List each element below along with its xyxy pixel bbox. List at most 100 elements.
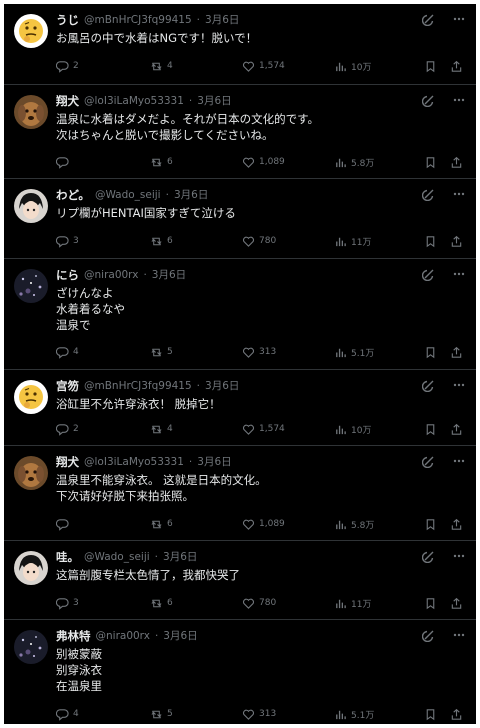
tweet-date[interactable]: 3月6日 — [163, 628, 197, 644]
avatar[interactable] — [14, 630, 48, 664]
tweet-date[interactable]: 3月6日 — [197, 93, 231, 109]
grok-icon[interactable] — [422, 12, 436, 26]
more-icon[interactable] — [452, 454, 466, 468]
bookmark-button[interactable] — [424, 156, 437, 169]
share-button[interactable] — [450, 156, 463, 169]
grok-icon[interactable] — [422, 628, 436, 642]
reply-button[interactable]: 2 — [56, 423, 79, 436]
share-button[interactable] — [450, 235, 463, 248]
share-button[interactable] — [450, 346, 463, 359]
repost-button[interactable]: 4 — [150, 60, 173, 73]
author-name[interactable]: 宫笏 — [56, 378, 79, 394]
avatar[interactable] — [14, 456, 48, 490]
repost-button[interactable]: 6 — [150, 156, 173, 169]
reply-button[interactable]: 3 — [56, 597, 79, 610]
author-name[interactable]: にら — [56, 267, 79, 283]
tweet[interactable]: 哇。 @Wado_seiji · 3月6日 这篇剖腹专栏太色情了，我都快哭了 3… — [4, 541, 476, 620]
tweet-date[interactable]: 3月6日 — [152, 267, 186, 283]
bookmark-button[interactable] — [424, 423, 437, 436]
repost-button[interactable]: 6 — [150, 235, 173, 248]
more-icon[interactable] — [452, 93, 466, 107]
author-name[interactable]: 翔犬 — [56, 93, 79, 109]
like-button[interactable]: 780 — [242, 235, 276, 248]
author-name[interactable]: 弗林特 — [56, 628, 91, 644]
bookmark-button[interactable] — [424, 518, 437, 531]
grok-icon[interactable] — [422, 454, 436, 468]
like-button[interactable]: 1,574 — [242, 60, 285, 73]
like-button[interactable]: 313 — [242, 708, 276, 721]
author-name[interactable]: 翔犬 — [56, 454, 79, 470]
grok-icon[interactable] — [422, 549, 436, 563]
views-button[interactable]: 11万 — [334, 597, 371, 610]
tweet[interactable]: うじ @mBnHrCJ3fq99415 · 3月6日 お風呂の中で水着はNGです… — [4, 4, 476, 85]
more-icon[interactable] — [452, 549, 466, 563]
share-button[interactable] — [450, 423, 463, 436]
more-icon[interactable] — [452, 628, 466, 642]
bookmark-button[interactable] — [424, 346, 437, 359]
tweet[interactable]: 宫笏 @mBnHrCJ3fq99415 · 3月6日 浴缸里不允许穿泳衣！ 脱掉… — [4, 370, 476, 446]
reply-button[interactable] — [56, 156, 73, 169]
tweet-date[interactable]: 3月6日 — [163, 549, 197, 565]
views-button[interactable]: 11万 — [334, 235, 371, 248]
bookmark-button[interactable] — [424, 60, 437, 73]
author-name[interactable]: 哇。 — [56, 549, 79, 565]
like-button[interactable]: 1,574 — [242, 423, 285, 436]
author-handle[interactable]: @loI3iLaMyo53331 — [84, 454, 184, 470]
author-name[interactable]: わど。 — [56, 187, 90, 203]
author-handle[interactable]: @nira00rx — [84, 267, 138, 283]
tweet[interactable]: 翔犬 @loI3iLaMyo53331 · 3月6日 温泉里不能穿泳衣。 这就是… — [4, 446, 476, 541]
tweet[interactable]: 弗林特 @nira00rx · 3月6日 别被蒙蔽 别穿泳衣 在温泉里 4 5 … — [4, 620, 476, 724]
avatar[interactable] — [14, 14, 48, 48]
more-icon[interactable] — [452, 12, 466, 26]
tweet[interactable]: わど。 @Wado_seiji · 3月6日 リプ欄がHENTAI国家すぎて泣け… — [4, 179, 476, 259]
share-button[interactable] — [450, 60, 463, 73]
tweet-date[interactable]: 3月6日 — [197, 454, 231, 470]
tweet[interactable]: にら @nira00rx · 3月6日 ざけんなよ 水着着るなや 温泉で 4 5… — [4, 259, 476, 370]
reply-button[interactable]: 4 — [56, 708, 79, 721]
reply-button[interactable]: 3 — [56, 235, 79, 248]
avatar[interactable] — [14, 189, 48, 223]
repost-button[interactable]: 4 — [150, 423, 173, 436]
bookmark-button[interactable] — [424, 597, 437, 610]
views-button[interactable]: 10万 — [334, 60, 371, 73]
share-button[interactable] — [450, 518, 463, 531]
grok-icon[interactable] — [422, 267, 436, 281]
reply-button[interactable] — [56, 518, 73, 531]
views-button[interactable]: 5.1万 — [334, 708, 374, 721]
repost-button[interactable]: 5 — [150, 708, 173, 721]
views-button[interactable]: 5.1万 — [334, 346, 374, 359]
like-button[interactable]: 1,089 — [242, 156, 285, 169]
more-icon[interactable] — [452, 187, 466, 201]
like-button[interactable]: 313 — [242, 346, 276, 359]
author-handle[interactable]: @Wado_seiji — [84, 549, 150, 565]
share-button[interactable] — [450, 708, 463, 721]
tweet[interactable]: 翔犬 @loI3iLaMyo53331 · 3月6日 温泉に水着はダメだよ。それ… — [4, 85, 476, 179]
grok-icon[interactable] — [422, 187, 436, 201]
reply-button[interactable]: 4 — [56, 346, 79, 359]
grok-icon[interactable] — [422, 378, 436, 392]
share-button[interactable] — [450, 597, 463, 610]
author-handle[interactable]: @nira00rx — [96, 628, 150, 644]
avatar[interactable] — [14, 95, 48, 129]
views-button[interactable]: 10万 — [334, 423, 371, 436]
avatar[interactable] — [14, 551, 48, 585]
author-handle[interactable]: @Wado_seiji — [95, 187, 161, 203]
author-handle[interactable]: @mBnHrCJ3fq99415 — [84, 12, 192, 28]
author-handle[interactable]: @mBnHrCJ3fq99415 — [84, 378, 192, 394]
repost-button[interactable]: 5 — [150, 346, 173, 359]
bookmark-button[interactable] — [424, 708, 437, 721]
like-button[interactable]: 780 — [242, 597, 276, 610]
bookmark-button[interactable] — [424, 235, 437, 248]
author-handle[interactable]: @loI3iLaMyo53331 — [84, 93, 184, 109]
repost-button[interactable]: 6 — [150, 597, 173, 610]
reply-button[interactable]: 2 — [56, 60, 79, 73]
more-icon[interactable] — [452, 267, 466, 281]
views-button[interactable]: 5.8万 — [334, 518, 374, 531]
tweet-date[interactable]: 3月6日 — [205, 12, 239, 28]
grok-icon[interactable] — [422, 93, 436, 107]
repost-button[interactable]: 6 — [150, 518, 173, 531]
avatar[interactable] — [14, 380, 48, 414]
tweet-date[interactable]: 3月6日 — [174, 187, 208, 203]
like-button[interactable]: 1,089 — [242, 518, 285, 531]
author-name[interactable]: うじ — [56, 12, 79, 28]
